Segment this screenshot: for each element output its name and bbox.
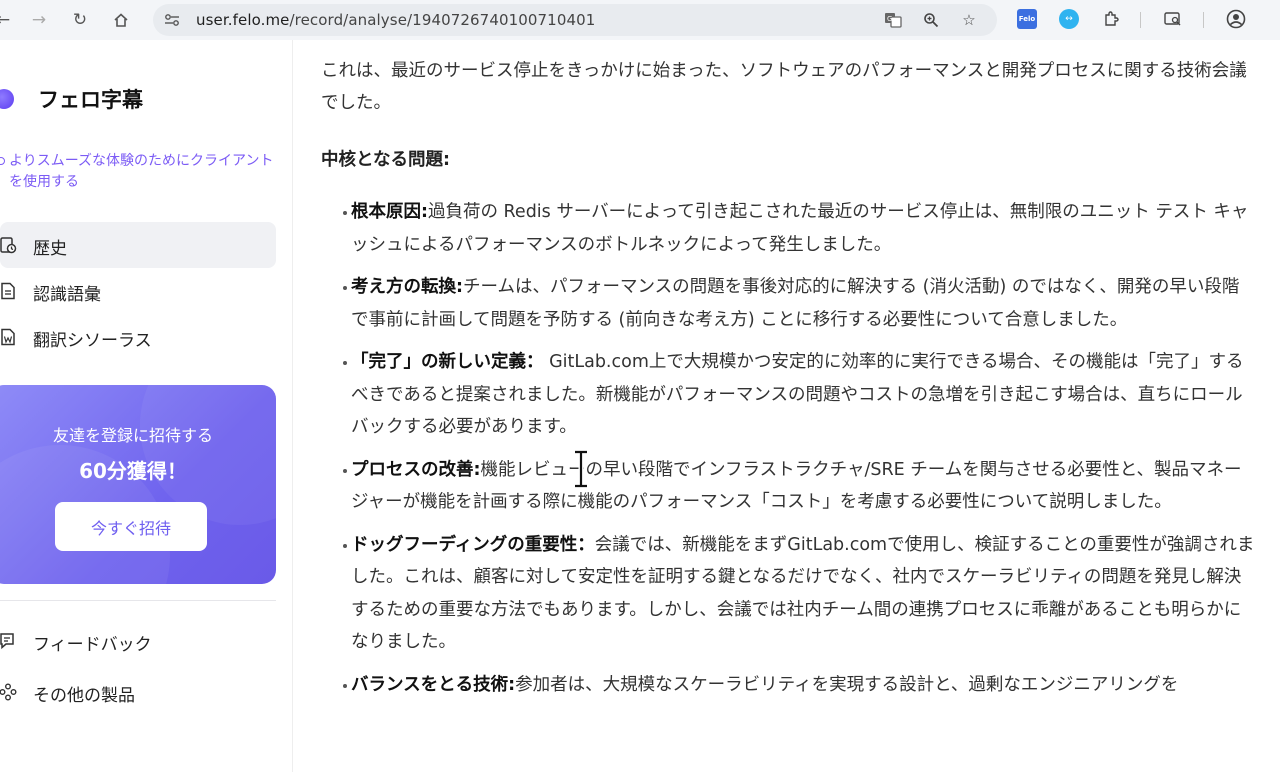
reload-icon[interactable]: ↻	[67, 8, 93, 32]
back-icon[interactable]: ←	[0, 8, 16, 32]
home-icon[interactable]	[108, 8, 134, 32]
invite-card: 友達を登録に招待する 60分獲得！ 今すぐ招待	[0, 385, 276, 584]
address-bar[interactable]: user.felo.me/record/analyse/194072674010…	[153, 4, 997, 36]
list-item: 根本原因:過負荷の Redis サーバーによって引き起こされた最近のサービス停止…	[343, 196, 1255, 261]
svg-text:G: G	[887, 15, 892, 23]
sidebar-item-feedback[interactable]: フィードバック	[0, 622, 276, 662]
tab-search-icon[interactable]	[1163, 9, 1183, 29]
section-heading: 中核となる問題:	[321, 150, 450, 170]
client-icon	[0, 157, 5, 165]
text-cursor-icon	[575, 450, 587, 488]
bullet-title: プロセスの改善:	[351, 459, 481, 480]
summary-intro: これは、最近のサービス停止をきっかけに始まった、ソフトウェアのパフォーマンスと開…	[321, 61, 1247, 113]
sidebar-item-label: 認識語彙	[33, 285, 101, 305]
bullet-title: 「完了」の新しい定義：	[351, 352, 544, 372]
sidebar: フェロ字幕 よりスムーズな体験のためにクライアントを使用する 歴史 認識語彙 翻…	[0, 40, 292, 772]
sidebar-item-vocabulary[interactable]: 認識語彙	[0, 268, 276, 314]
client-promo-text: よりスムーズな体験のためにクライアントを使用する	[9, 153, 274, 190]
invite-now-button[interactable]: 今すぐ招待	[55, 502, 207, 551]
list-item: 考え方の転換:チームは、パフォーマンスの問題を事後対応的に解決する (消火活動)…	[343, 271, 1255, 336]
site-info-icon[interactable]	[163, 11, 181, 29]
bullet-text: チームは、パフォーマンスの問題を事後対応的に解決する (消火活動) のではなく、…	[351, 277, 1240, 330]
history-icon	[0, 235, 18, 255]
sidebar-item-label: 翻訳シソーラス	[33, 331, 152, 351]
sidebar-item-history[interactable]: 歴史	[0, 222, 276, 268]
bookmark-star-icon[interactable]: ☆	[959, 10, 979, 30]
list-item: 「完了」の新しい定義： GitLab.com上で大規模かつ安定的に効率的に実行で…	[343, 346, 1255, 444]
url-path: /record/analyse/1940726740100710401	[289, 11, 596, 29]
list-item: プロセスの改善:機能レビューの早い段階でインフラストラクチャ/SRE チームを関…	[343, 454, 1255, 519]
url-text[interactable]: user.felo.me/record/analyse/194072674010…	[196, 11, 595, 29]
list-item: ドッグフーディングの重要性：会議では、新機能をまずGitLab.comで使用し、…	[343, 529, 1255, 659]
bullet-list: 根本原因:過負荷の Redis サーバーによって引き起こされた最近のサービス停止…	[343, 196, 1255, 711]
word-document-icon	[0, 327, 18, 347]
url-host: user.felo.me	[196, 11, 290, 29]
analysis-content: これは、最近のサービス停止をきっかけに始まった、ソフトウェアのパフォーマンスと開…	[293, 40, 1280, 772]
document-icon	[0, 281, 18, 301]
bullet-title: 考え方の転換:	[351, 277, 463, 297]
forward-icon[interactable]: →	[26, 8, 52, 32]
translate-icon[interactable]: G	[883, 10, 903, 30]
bullet-text: 参加者は、大規模なスケーラビリティを実現する設計と、過剰なエンジニアリングを	[515, 674, 1179, 695]
profile-avatar-icon[interactable]	[1226, 9, 1246, 29]
client-download-link[interactable]: よりスムーズな体験のためにクライアントを使用する	[0, 151, 275, 193]
felo-logo-icon	[0, 89, 14, 109]
invite-reward: 60分獲得！	[79, 459, 187, 483]
list-item: バランスをとる技術:参加者は、大規模なスケーラビリティを実現する設計と、過剰なエ…	[343, 669, 1255, 702]
products-icon	[0, 682, 18, 702]
toolbar-divider	[1203, 12, 1204, 28]
bullet-title: 根本原因:	[351, 202, 428, 222]
invite-title: 友達を登録に招待する	[52, 426, 213, 445]
sidebar-item-thesaurus[interactable]: 翻訳シソーラス	[0, 314, 276, 360]
bullet-title: バランスをとる技術:	[351, 674, 516, 695]
feedback-icon	[0, 631, 18, 651]
bullet-text: 機能レビューの早い段階でインフラストラクチャ/SRE チームを関与させる必要性と…	[351, 459, 1242, 513]
browser-toolbar: ← → ↻ user.felo.me/record/analyse/194072…	[0, 0, 1280, 40]
extensions-puzzle-icon[interactable]	[1101, 9, 1121, 29]
sidebar-item-label: フィードバック	[33, 635, 152, 655]
bullet-text: 過負荷の Redis サーバーによって引き起こされた最近のサービス停止は、無制限…	[351, 202, 1249, 255]
felo-extension-icon[interactable]: Felo	[1017, 9, 1037, 29]
toolbar-divider	[1140, 12, 1141, 28]
sidebar-item-other-products[interactable]: その他の製品	[0, 673, 276, 713]
sidebar-item-label: 歴史	[33, 239, 67, 259]
bullet-title: ドッグフーディングの重要性：	[351, 534, 595, 555]
brand-name: フェロ字幕	[38, 88, 143, 112]
sidebar-divider	[0, 600, 276, 601]
zoom-icon[interactable]	[921, 10, 941, 30]
sidebar-item-label: その他の製品	[33, 686, 135, 706]
extension-round-icon[interactable]: ↔	[1059, 9, 1079, 29]
